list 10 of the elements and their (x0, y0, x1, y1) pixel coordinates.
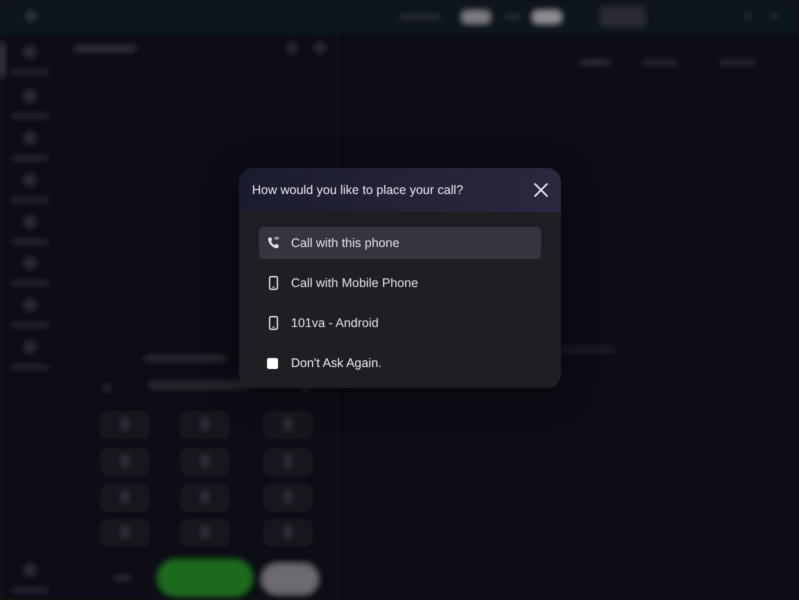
mobile-phone-icon (267, 316, 280, 330)
checkbox-label[interactable]: Don't Ask Again. (291, 356, 382, 370)
close-icon[interactable] (534, 183, 548, 197)
phone-handset-icon (267, 236, 280, 250)
call-option[interactable]: Call with Mobile Phone (259, 267, 541, 299)
call-option[interactable]: 101va - Android (259, 307, 541, 339)
call-option[interactable]: Call with this phone (259, 227, 541, 259)
checkbox[interactable] (267, 358, 278, 368)
mobile-phone-icon (267, 276, 280, 290)
dialog-title: How would you like to place your call? (252, 183, 464, 197)
